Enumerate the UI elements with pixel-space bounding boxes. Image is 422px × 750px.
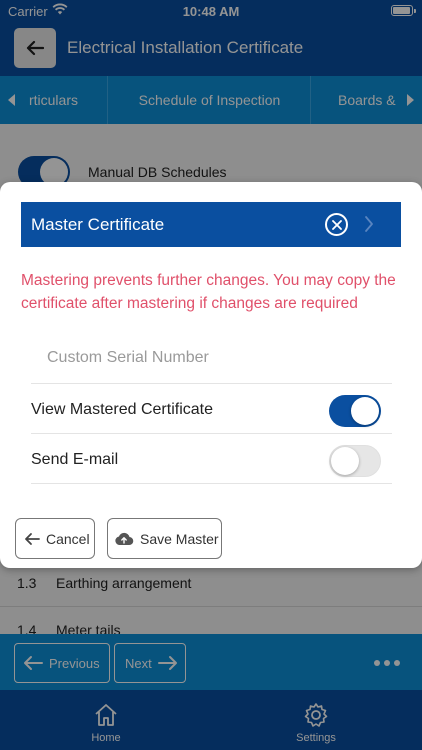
arrow-left-icon: [25, 532, 40, 545]
save-master-button[interactable]: Save Master: [107, 518, 222, 559]
view-mastered-row: View Mastered Certificate: [31, 384, 392, 434]
cancel-button[interactable]: Cancel: [15, 518, 95, 559]
close-icon: [331, 219, 342, 230]
chevron-right-icon: [364, 215, 374, 238]
cancel-label: Cancel: [46, 530, 90, 547]
save-master-label: Save Master: [140, 530, 219, 547]
serial-number-row: [31, 334, 392, 384]
send-email-label: Send E-mail: [31, 451, 119, 468]
dialog-header: Master Certificate: [21, 202, 401, 247]
close-button[interactable]: [325, 213, 348, 236]
send-email-toggle[interactable]: [329, 445, 381, 477]
master-certificate-dialog: Master Certificate Mastering prevents fu…: [0, 182, 422, 568]
dialog-title: Master Certificate: [31, 215, 165, 234]
custom-serial-number-input[interactable]: [47, 345, 377, 371]
view-mastered-toggle[interactable]: [329, 395, 381, 427]
view-mastered-label: View Mastered Certificate: [31, 401, 213, 418]
send-email-row: Send E-mail: [31, 434, 392, 484]
cloud-upload-icon: [115, 532, 134, 545]
mastering-warning: Mastering prevents further changes. You …: [21, 272, 396, 312]
